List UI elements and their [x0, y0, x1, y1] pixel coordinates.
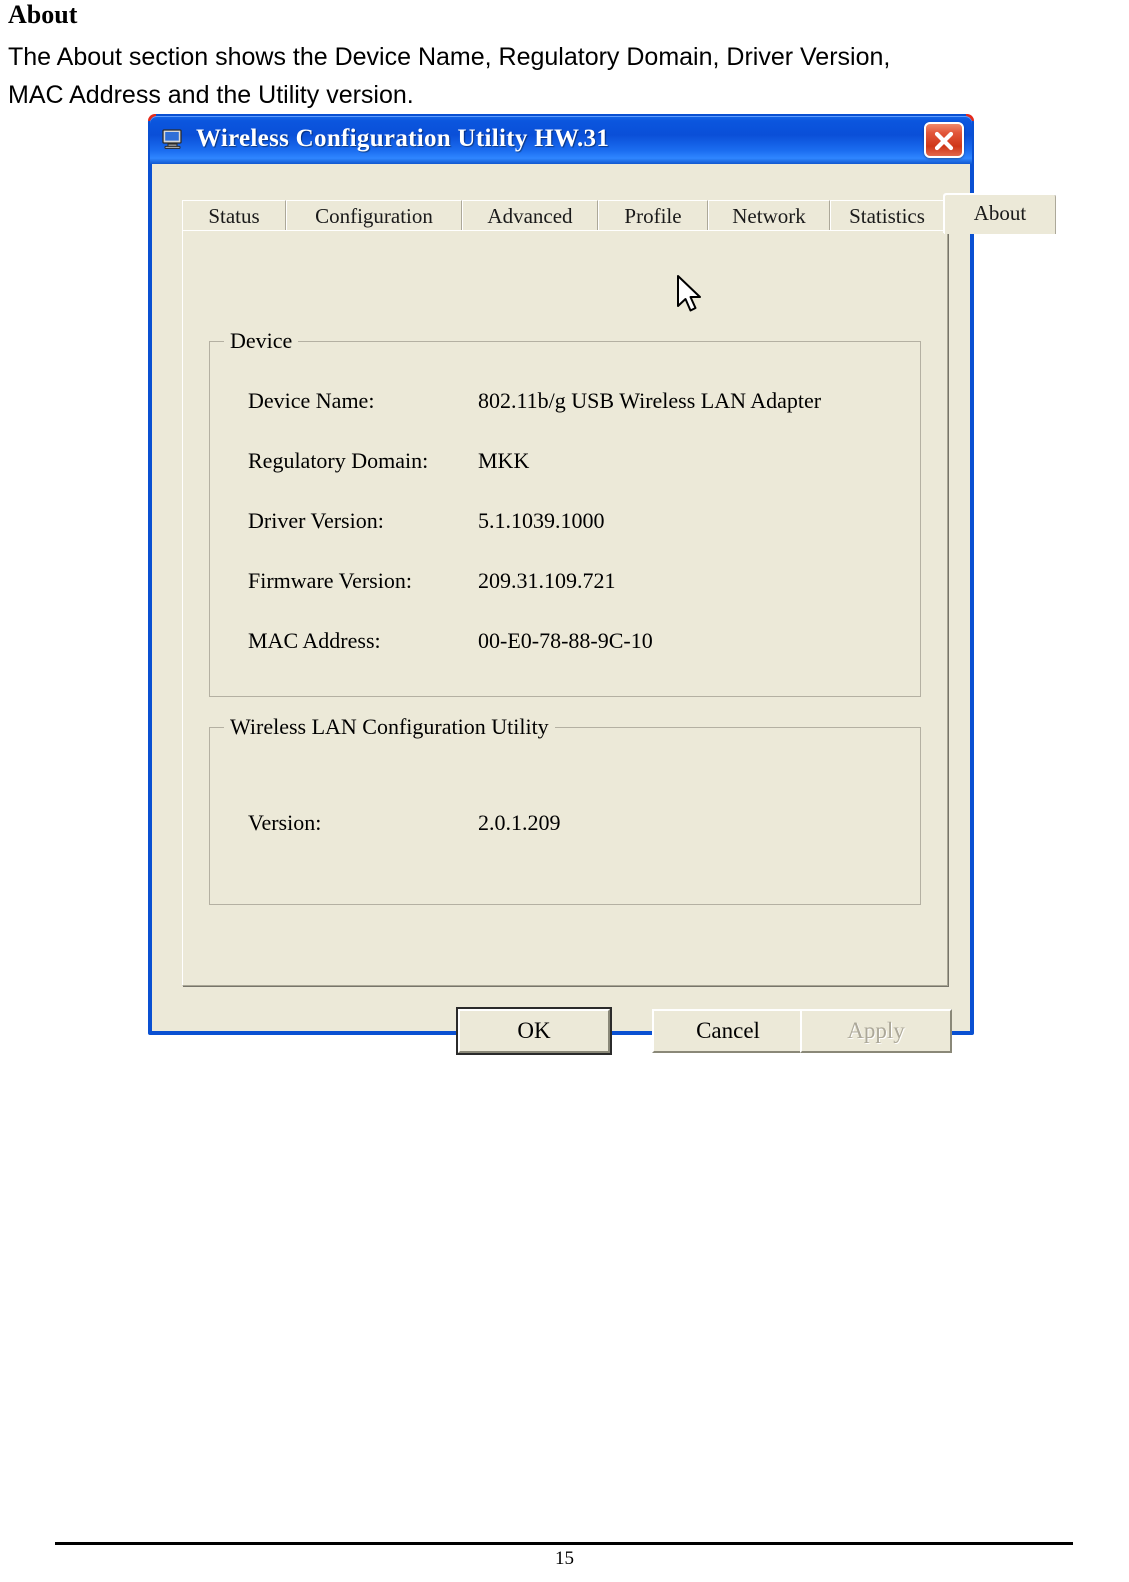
window-title: Wireless Configuration Utility HW.31: [196, 125, 610, 152]
device-name-label: Device Name:: [248, 388, 375, 413]
device-name-row: Device Name: 802.11b/g USB Wireless LAN …: [210, 388, 920, 416]
utility-group-legend: Wireless LAN Configuration Utility: [224, 714, 555, 740]
tab-about[interactable]: About: [944, 194, 1056, 234]
tab-statistics-label: Statistics: [849, 204, 925, 228]
close-button[interactable]: [924, 122, 964, 158]
device-group-legend: Device: [224, 328, 299, 354]
tab-configuration[interactable]: Configuration: [286, 200, 462, 232]
window-titlebar[interactable]: Wireless Configuration Utility HW.31: [150, 116, 972, 164]
driver-version-label: Driver Version:: [248, 508, 384, 533]
regulatory-domain-row: Regulatory Domain: MKK: [210, 448, 920, 476]
cancel-button[interactable]: Cancel: [652, 1009, 804, 1053]
device-name-value: 802.11b/g USB Wireless LAN Adapter: [478, 388, 822, 413]
page-number: 15: [555, 1548, 574, 1569]
ok-button[interactable]: OK: [456, 1007, 612, 1055]
about-tab-panel: Device Device Name: 802.11b/g USB Wirele…: [182, 230, 948, 986]
mac-address-row: MAC Address: 00-E0-78-88-9C-10: [210, 628, 920, 656]
firmware-version-value: 209.31.109.721: [478, 568, 616, 593]
window-client-area: Status Configuration Advanced Profile Ne…: [152, 164, 1056, 1055]
computer-icon: [162, 129, 184, 149]
mac-address-value: 00-E0-78-88-9C-10: [478, 628, 653, 653]
tab-status-label: Status: [208, 204, 260, 228]
cancel-button-label: Cancel: [696, 1018, 760, 1043]
apply-button: Apply: [800, 1009, 952, 1053]
footer-divider: [55, 1542, 1073, 1545]
device-group: Device Device Name: 802.11b/g USB Wirele…: [209, 328, 921, 697]
tab-advanced-label: Advanced: [487, 204, 573, 228]
tab-profile[interactable]: Profile: [598, 200, 708, 232]
tab-status[interactable]: Status: [182, 200, 286, 232]
driver-version-row: Driver Version: 5.1.1039.1000: [210, 508, 920, 536]
tab-strip: Status Configuration Advanced Profile Ne…: [182, 194, 1056, 234]
intro-paragraph-line-1: The About section shows the Device Name,…: [8, 43, 891, 71]
utility-version-row: Version: 2.0.1.209: [210, 810, 920, 838]
utility-version-label: Version:: [248, 810, 322, 835]
intro-paragraph: The About section shows the Device Name,…: [8, 38, 1118, 114]
page-title: About: [8, 0, 78, 29]
utility-group: Wireless LAN Configuration Utility Versi…: [209, 714, 921, 905]
apply-button-label: Apply: [847, 1018, 905, 1043]
driver-version-value: 5.1.1039.1000: [478, 508, 605, 533]
firmware-version-row: Firmware Version: 209.31.109.721: [210, 568, 920, 596]
intro-paragraph-line-2: MAC Address and the Utility version.: [8, 81, 414, 109]
mac-address-label: MAC Address:: [248, 628, 381, 653]
tab-statistics[interactable]: Statistics: [830, 200, 944, 232]
utility-version-value: 2.0.1.209: [478, 810, 561, 835]
tab-network[interactable]: Network: [708, 200, 830, 232]
wireless-configuration-utility-window: Wireless Configuration Utility HW.31 Sta…: [148, 114, 1056, 1055]
tab-profile-label: Profile: [624, 204, 682, 228]
tab-about-label: About: [973, 201, 1027, 225]
ok-button-label: OK: [517, 1018, 551, 1043]
tab-network-label: Network: [732, 204, 806, 228]
regulatory-domain-value: MKK: [478, 448, 530, 473]
close-x-icon: [926, 128, 962, 154]
regulatory-domain-label: Regulatory Domain:: [248, 448, 429, 473]
tab-configuration-label: Configuration: [315, 204, 433, 228]
firmware-version-label: Firmware Version:: [248, 568, 412, 593]
tab-advanced[interactable]: Advanced: [462, 200, 598, 232]
